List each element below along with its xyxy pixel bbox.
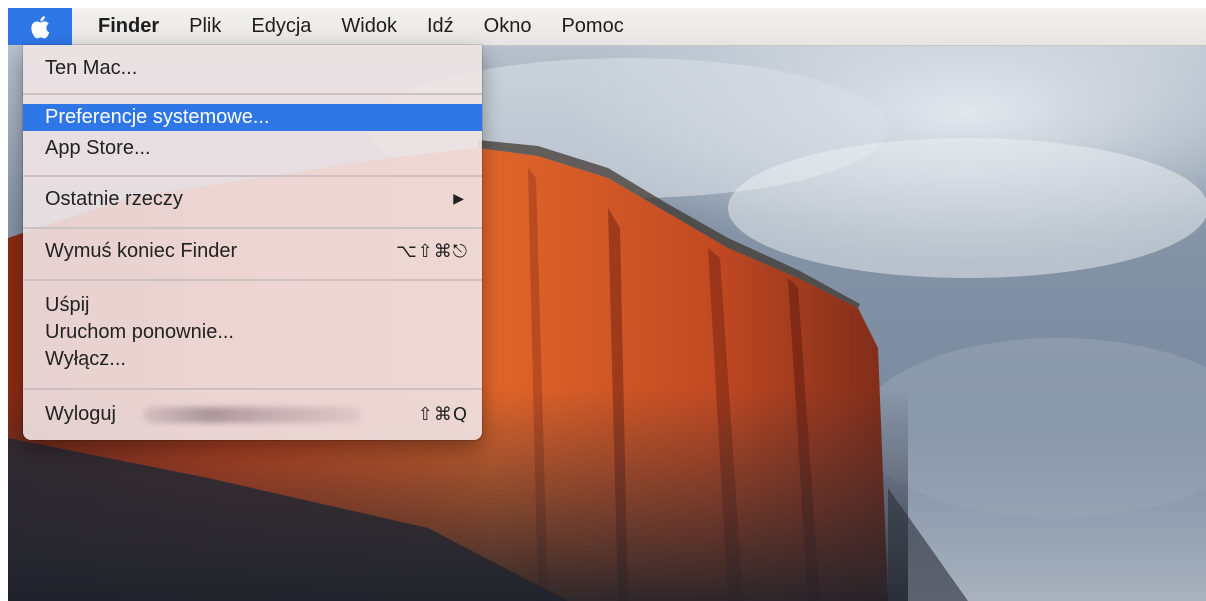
menu-item-shutdown[interactable]: Wyłącz... (23, 346, 482, 373)
menu-plik[interactable]: Plik (174, 8, 236, 45)
submenu-arrow-icon: ▶ (453, 191, 464, 207)
menu-separator (23, 279, 482, 281)
blurred-username (143, 407, 361, 423)
menu-item-restart[interactable]: Uruchom ponownie... (23, 319, 482, 346)
menu-item-label: Ten Mac... (45, 57, 138, 79)
menu-edycja[interactable]: Edycja (236, 8, 326, 45)
apple-logo-icon (31, 15, 50, 38)
menu-item-label: Wyloguj (45, 403, 116, 425)
keyboard-shortcut: ⌥⇧⌘⎋ (395, 241, 468, 262)
menu-item-about-this-mac[interactable]: Ten Mac... (23, 55, 482, 82)
menu-item-label: Uruchom ponownie... (45, 321, 234, 343)
menu-item-log-out[interactable]: Wyloguj ⇧⌘Q (23, 401, 482, 428)
apple-menu-button[interactable] (8, 8, 72, 45)
apple-dropdown-menu: Ten Mac... Preferencje systemowe... App … (23, 45, 482, 440)
menu-item-label: Ostatnie rzeczy (45, 188, 183, 210)
menu-okno[interactable]: Okno (469, 8, 547, 45)
menu-item-force-quit[interactable]: Wymuś koniec Finder ⌥⇧⌘⎋ (23, 238, 482, 265)
menu-separator (23, 93, 482, 95)
menu-item-app-store[interactable]: App Store... (23, 135, 482, 162)
menu-item-label: App Store... (45, 137, 151, 159)
menu-item-sleep[interactable]: Uśpij (23, 292, 482, 319)
keyboard-shortcut: ⇧⌘Q (417, 404, 468, 425)
menu-pomoc[interactable]: Pomoc (546, 8, 638, 45)
menu-separator (23, 175, 482, 177)
menu-item-label: Wymuś koniec Finder (45, 240, 238, 262)
menu-item-system-preferences[interactable]: Preferencje systemowe... (23, 104, 482, 131)
menu-item-recent-items[interactable]: Ostatnie rzeczy ▶ (23, 186, 482, 213)
menu-separator (23, 388, 482, 390)
menu-item-label: Wyłącz... (45, 348, 126, 370)
desktop-screen: Finder Plik Edycja Widok Idź Okno Pomoc … (8, 8, 1206, 601)
menu-item-label: Uśpij (45, 294, 90, 316)
menu-finder[interactable]: Finder (72, 8, 174, 45)
menu-widok[interactable]: Widok (326, 8, 412, 45)
menu-bar: Finder Plik Edycja Widok Idź Okno Pomoc (8, 8, 1206, 46)
menu-idz[interactable]: Idź (412, 8, 469, 45)
menu-item-label: Preferencje systemowe... (45, 106, 270, 128)
menu-separator (23, 227, 482, 229)
